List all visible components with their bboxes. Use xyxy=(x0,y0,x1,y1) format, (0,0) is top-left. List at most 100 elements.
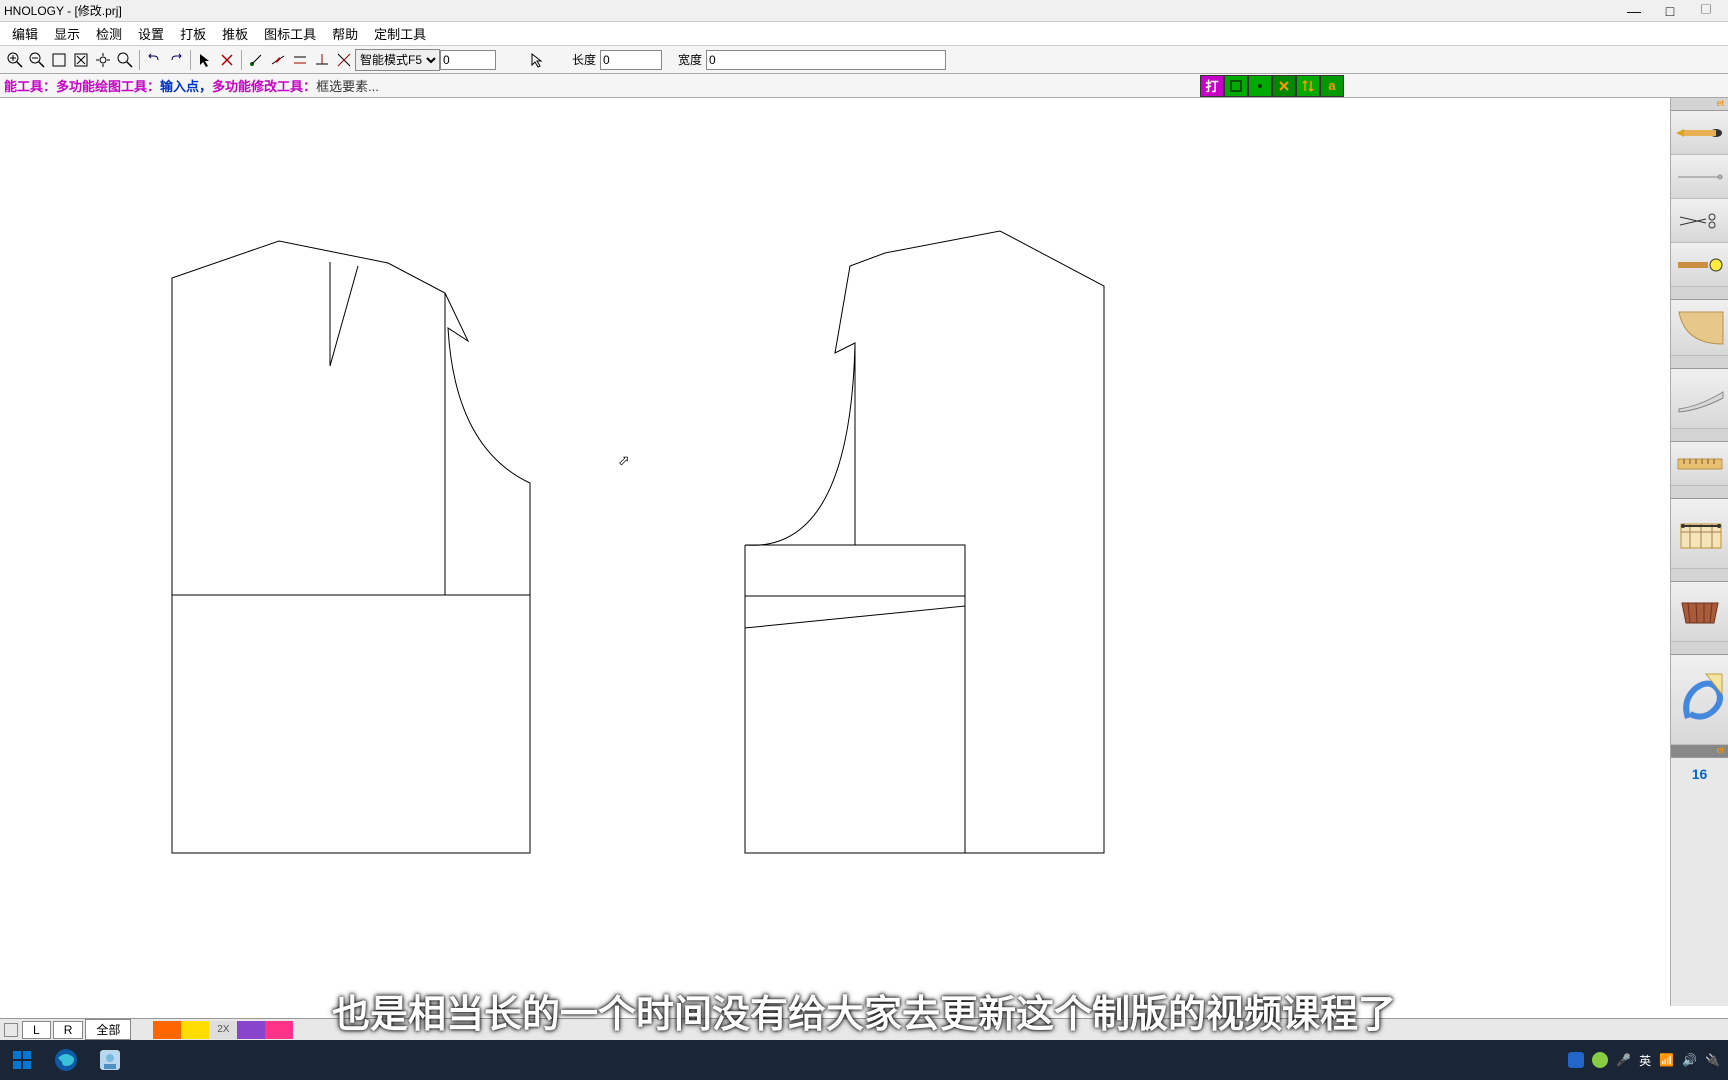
hint-text-2: 多功能修改工具： xyxy=(212,76,316,95)
hint-text-1: 多功能绘图工具： xyxy=(56,76,160,95)
width-input[interactable] xyxy=(706,50,946,70)
ime-indicator[interactable]: 英 xyxy=(1639,1052,1651,1069)
zoom-window-icon[interactable] xyxy=(48,49,70,71)
close-button[interactable]: 🗆 xyxy=(1688,1,1724,21)
tool-palette: et et 16 xyxy=(1670,98,1728,1006)
parallel-tool-icon[interactable] xyxy=(289,49,311,71)
palette-tab-2[interactable] xyxy=(1671,287,1728,300)
scissors-tool-icon[interactable] xyxy=(1671,199,1728,243)
menu-edit[interactable]: 编辑 xyxy=(4,22,46,45)
toolbar-main: 智能模式F5 长度 宽度 xyxy=(0,46,1728,74)
app-icon[interactable] xyxy=(88,1040,132,1080)
needle-tool-icon[interactable] xyxy=(1671,155,1728,199)
redo-icon[interactable] xyxy=(165,49,187,71)
menu-custom[interactable]: 定制工具 xyxy=(366,22,434,45)
start-button[interactable] xyxy=(0,1040,44,1080)
palette-number: 16 xyxy=(1671,758,1728,790)
perpendicular-tool-icon[interactable] xyxy=(311,49,333,71)
mode-value-input[interactable] xyxy=(440,50,496,70)
window-title: HNOLOGY - [修改.prj] xyxy=(4,2,1616,19)
toolbar-hint: 能工具： 多功能绘图工具： 输入点， 多功能修改工具： 框选要素... 打 a xyxy=(0,74,1728,98)
pointer-icon[interactable] xyxy=(194,49,216,71)
tape-measure-tool-icon[interactable] xyxy=(1671,655,1728,745)
volume-icon[interactable]: 🔊 xyxy=(1682,1053,1697,1067)
mode-btn-4[interactable] xyxy=(1272,75,1296,97)
all-button[interactable]: 全部 xyxy=(85,1019,131,1040)
width-label: 宽度 xyxy=(674,51,706,68)
color-swatches: 2X xyxy=(153,1021,293,1039)
undo-icon[interactable] xyxy=(143,49,165,71)
length-input[interactable] xyxy=(600,50,662,70)
palette-tab-6[interactable] xyxy=(1671,569,1728,582)
mode-btn-3[interactable] xyxy=(1248,75,1272,97)
separator xyxy=(241,50,242,70)
menu-icon-tools[interactable]: 图标工具 xyxy=(256,22,324,45)
pin-tool-icon[interactable] xyxy=(1671,243,1728,287)
battery-icon[interactable]: 🔌 xyxy=(1705,1053,1720,1067)
minimize-button[interactable]: — xyxy=(1616,1,1652,21)
mode-btn-2[interactable] xyxy=(1224,75,1248,97)
hint-label-2: 输入点， xyxy=(160,76,212,95)
line-tool-icon[interactable] xyxy=(267,49,289,71)
taskbar: 🎤 英 📶 🔊 🔌 xyxy=(0,1040,1728,1080)
ruler-tool-icon[interactable] xyxy=(1671,442,1728,486)
mode-btn-6[interactable]: a xyxy=(1320,75,1344,97)
microphone-icon[interactable]: 🎤 xyxy=(1616,1053,1631,1067)
content-area: ⬀ et et 16 xyxy=(0,98,1728,1006)
palette-tab-4[interactable] xyxy=(1671,429,1728,442)
palette-tab[interactable]: et xyxy=(1671,98,1728,111)
menu-view[interactable]: 显示 xyxy=(46,22,88,45)
ruler-curve-tool-icon[interactable] xyxy=(1671,300,1728,356)
menu-grade[interactable]: 推板 xyxy=(214,22,256,45)
menu-pattern[interactable]: 打板 xyxy=(172,22,214,45)
zoom-in-icon[interactable] xyxy=(4,49,26,71)
swatch-size[interactable]: 2X xyxy=(209,1021,237,1039)
menu-settings[interactable]: 设置 xyxy=(130,22,172,45)
select-icon[interactable] xyxy=(216,49,238,71)
pattern-piece-back xyxy=(172,241,530,853)
pencil-tool-icon[interactable] xyxy=(1671,111,1728,155)
drawing-canvas[interactable]: ⬀ xyxy=(0,98,1670,1006)
tray-icon-1[interactable] xyxy=(1568,1052,1584,1068)
mode-btn-5[interactable] xyxy=(1296,75,1320,97)
edge-browser-icon[interactable] xyxy=(44,1040,88,1080)
palette-tab-5[interactable] xyxy=(1671,486,1728,499)
menu-check[interactable]: 检测 xyxy=(88,22,130,45)
mode-select[interactable]: 智能模式F5 xyxy=(355,49,440,71)
titlebar: HNOLOGY - [修改.prj] — □ 🗆 xyxy=(0,0,1728,22)
mode-btn-1[interactable]: 打 xyxy=(1200,75,1224,97)
palette-tab-3[interactable] xyxy=(1671,356,1728,369)
r-button[interactable]: R xyxy=(53,1021,84,1039)
basket-tool-icon[interactable] xyxy=(1671,582,1728,642)
zoom-fit-icon[interactable] xyxy=(70,49,92,71)
measure-tool-icon[interactable] xyxy=(1671,499,1728,569)
zoom-extents-icon[interactable] xyxy=(114,49,136,71)
length-label: 长度 xyxy=(568,51,600,68)
mode-buttons: 打 a xyxy=(1200,75,1344,97)
cross-tool-icon[interactable] xyxy=(333,49,355,71)
palette-tab-7[interactable] xyxy=(1671,642,1728,655)
palette-tab-8[interactable]: et xyxy=(1671,745,1728,758)
wifi-icon[interactable]: 📶 xyxy=(1659,1053,1674,1067)
status-box-icon[interactable] xyxy=(4,1023,18,1037)
point-tool-icon[interactable] xyxy=(245,49,267,71)
hint-text-3: 框选要素... xyxy=(316,76,379,95)
zoom-pan-icon[interactable] xyxy=(92,49,114,71)
menu-help[interactable]: 帮助 xyxy=(324,22,366,45)
maximize-button[interactable]: □ xyxy=(1652,1,1688,21)
swatch-yellow[interactable] xyxy=(181,1021,209,1039)
swatch-pink[interactable] xyxy=(265,1021,293,1039)
zoom-out-icon[interactable] xyxy=(26,49,48,71)
pattern-piece-front xyxy=(745,231,1104,853)
system-tray: 🎤 英 📶 🔊 🔌 xyxy=(1568,1052,1728,1069)
swatch-purple[interactable] xyxy=(237,1021,265,1039)
separator xyxy=(139,50,140,70)
french-curve-tool-icon[interactable] xyxy=(1671,369,1728,429)
l-button[interactable]: L xyxy=(22,1021,51,1039)
hint-label-1: 能工具： xyxy=(4,76,56,95)
swatch-orange[interactable] xyxy=(153,1021,181,1039)
tray-icon-2[interactable] xyxy=(1592,1052,1608,1068)
arrow-tool-icon[interactable] xyxy=(526,49,548,71)
video-subtitle: 也是相当长的一个时间没有给大家去更新这个制版的视频课程了 xyxy=(332,983,1396,1038)
menubar: 编辑 显示 检测 设置 打板 推板 图标工具 帮助 定制工具 xyxy=(0,22,1728,46)
